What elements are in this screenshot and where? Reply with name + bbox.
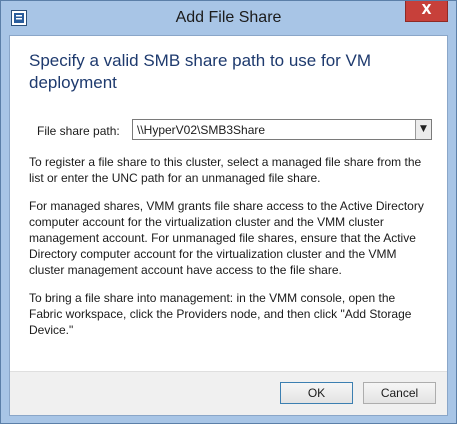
chevron-down-icon: ▼ <box>420 124 427 134</box>
dropdown-button[interactable]: ▼ <box>415 120 431 139</box>
info-paragraph-managed-shares: For managed shares, VMM grants file shar… <box>29 199 424 277</box>
ok-button[interactable]: OK <box>280 382 353 404</box>
file-share-path-input[interactable] <box>133 120 413 139</box>
file-share-path-combobox[interactable]: ▼ <box>132 119 432 140</box>
dialog-body: Specify a valid SMB share path to use fo… <box>9 35 448 416</box>
close-button[interactable]: X <box>405 1 448 22</box>
info-paragraph-management: To bring a file share into management: i… <box>29 291 412 337</box>
file-share-path-label: File share path: <box>37 124 120 138</box>
window-title: Add File Share <box>175 9 282 26</box>
button-bar: OK Cancel <box>10 371 447 415</box>
page-heading: Specify a valid SMB share path to use fo… <box>29 51 372 92</box>
add-file-share-dialog: Add File Share X Specify a valid SMB sha… <box>0 0 457 424</box>
cancel-button[interactable]: Cancel <box>363 382 436 404</box>
title-bar[interactable]: Add File Share X <box>1 1 456 35</box>
info-paragraph-register: To register a file share to this cluster… <box>29 155 422 185</box>
